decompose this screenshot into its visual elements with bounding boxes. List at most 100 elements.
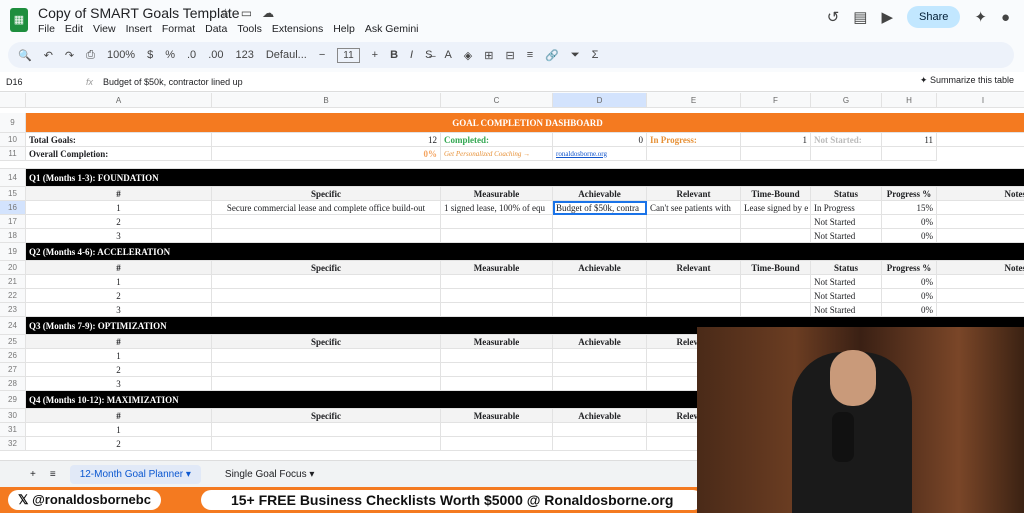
decrease-decimal-button[interactable]: .0 (187, 49, 196, 61)
menu-ask-gemini[interactable]: Ask Gemini (365, 23, 419, 35)
overall-value[interactable]: 0% (212, 147, 441, 161)
table-cell[interactable] (553, 423, 647, 437)
table-cell[interactable]: 3 (26, 303, 212, 317)
row-header[interactable]: 16 (0, 201, 26, 215)
increase-decimal-button[interactable]: .00 (208, 49, 223, 61)
status-dropdown[interactable]: Not Started (811, 215, 882, 229)
table-cell[interactable] (553, 215, 647, 229)
align-icon[interactable]: ≡ (527, 49, 533, 61)
row-header[interactable]: 17 (0, 215, 26, 229)
table-cell[interactable] (441, 289, 553, 303)
link-icon[interactable]: 🔗 (545, 49, 559, 62)
table-cell[interactable] (212, 215, 441, 229)
table-cell[interactable]: 2 (26, 363, 212, 377)
table-cell[interactable]: 1 (26, 275, 212, 289)
menu-help[interactable]: Help (333, 23, 355, 35)
font-size-input[interactable]: 11 (337, 47, 360, 63)
status-dropdown[interactable]: Not Started (811, 303, 882, 317)
all-sheets-button[interactable]: ≡ (50, 469, 56, 480)
table-cell[interactable] (212, 363, 441, 377)
borders-icon[interactable]: ⊞ (484, 49, 493, 62)
cell[interactable] (937, 229, 1024, 243)
row-header[interactable]: 22 (0, 289, 26, 303)
text-color-icon[interactable]: A (444, 49, 451, 61)
filter-icon[interactable]: ⏷ (571, 49, 580, 62)
table-cell[interactable] (553, 377, 647, 391)
search-icon[interactable]: 🔍 (18, 49, 32, 62)
table-cell[interactable] (212, 437, 441, 451)
table-cell[interactable] (212, 229, 441, 243)
avatar[interactable]: ● (1001, 9, 1010, 26)
table-cell[interactable] (647, 289, 741, 303)
table-cell[interactable] (212, 275, 441, 289)
table-cell[interactable]: 1 (26, 423, 212, 437)
table-cell[interactable]: 1 (26, 349, 212, 363)
table-cell[interactable]: Budget of $50k, contra (553, 201, 647, 215)
table-cell[interactable]: 2 (26, 437, 212, 451)
decrease-font-button[interactable]: − (319, 49, 325, 61)
row-header[interactable]: 19 (0, 243, 26, 261)
row-header[interactable]: 14 (0, 169, 26, 187)
table-cell[interactable] (553, 289, 647, 303)
cell[interactable] (937, 215, 1024, 229)
merge-icon[interactable]: ⊟ (505, 49, 514, 62)
table-cell[interactable] (441, 215, 553, 229)
table-cell[interactable]: 0% (882, 275, 937, 289)
cell[interactable] (937, 303, 1024, 317)
table-cell[interactable]: Lease signed by e (741, 201, 811, 215)
table-cell[interactable] (441, 423, 553, 437)
menu-data[interactable]: Data (205, 23, 227, 35)
tab-goal-planner[interactable]: 12-Month Goal Planner ▾ (69, 464, 201, 484)
table-cell[interactable] (441, 377, 553, 391)
status-dropdown[interactable]: Not Started (811, 275, 882, 289)
table-cell[interactable] (441, 229, 553, 243)
column-header-H[interactable]: H (882, 93, 937, 108)
row-header[interactable]: 28 (0, 377, 26, 391)
menu-edit[interactable]: Edit (65, 23, 83, 35)
share-button[interactable]: Share (907, 6, 961, 28)
meet-icon[interactable]: ▶ (881, 8, 893, 26)
table-cell[interactable] (441, 349, 553, 363)
cell[interactable] (937, 133, 1024, 147)
table-cell[interactable] (441, 437, 553, 451)
row-header[interactable]: 21 (0, 275, 26, 289)
currency-button[interactable]: $ (147, 49, 153, 61)
comment-icon[interactable]: ▤ (853, 8, 867, 26)
row-header[interactable]: 29 (0, 391, 26, 409)
cell[interactable] (741, 147, 811, 161)
table-cell[interactable] (553, 363, 647, 377)
table-cell[interactable]: 0% (882, 289, 937, 303)
table-cell[interactable]: 0% (882, 303, 937, 317)
cell[interactable] (811, 147, 882, 161)
history-icon[interactable]: ↺ (827, 8, 840, 26)
table-cell[interactable]: 3 (26, 229, 212, 243)
gemini-icon[interactable]: ✦ (974, 8, 987, 26)
table-cell[interactable] (647, 215, 741, 229)
summarize-table-button[interactable]: ✦ Summarize this table (919, 75, 1014, 86)
menu-extensions[interactable]: Extensions (272, 23, 323, 35)
formula-input[interactable]: Budget of $50k, contractor lined up (103, 77, 243, 87)
fill-color-icon[interactable]: ◈ (464, 49, 472, 62)
completed-value[interactable]: 0 (553, 133, 647, 147)
table-cell[interactable] (553, 275, 647, 289)
row-header[interactable]: 20 (0, 261, 26, 275)
folder-icon[interactable]: ▭ (241, 6, 252, 20)
table-cell[interactable] (212, 303, 441, 317)
table-cell[interactable]: 1 signed lease, 100% of equ (441, 201, 553, 215)
column-header-I[interactable]: I (937, 93, 1024, 108)
table-cell[interactable] (741, 303, 811, 317)
table-cell[interactable] (212, 423, 441, 437)
row-header[interactable]: 11 (0, 147, 26, 161)
name-box[interactable]: D16 (6, 77, 76, 87)
table-cell[interactable]: 3 (26, 377, 212, 391)
status-dropdown[interactable]: In Progress (811, 201, 882, 215)
italic-button[interactable]: I (410, 49, 413, 61)
table-cell[interactable]: 0% (882, 215, 937, 229)
table-cell[interactable] (212, 289, 441, 303)
font-select[interactable]: Defaul... (266, 49, 307, 61)
sheets-logo[interactable]: ▦ (10, 8, 28, 32)
row-header[interactable]: 24 (0, 317, 26, 335)
add-sheet-button[interactable]: + (30, 469, 36, 480)
undo-icon[interactable]: ↶ (44, 49, 53, 62)
doc-title[interactable]: Copy of SMART Goals Template (38, 5, 240, 21)
